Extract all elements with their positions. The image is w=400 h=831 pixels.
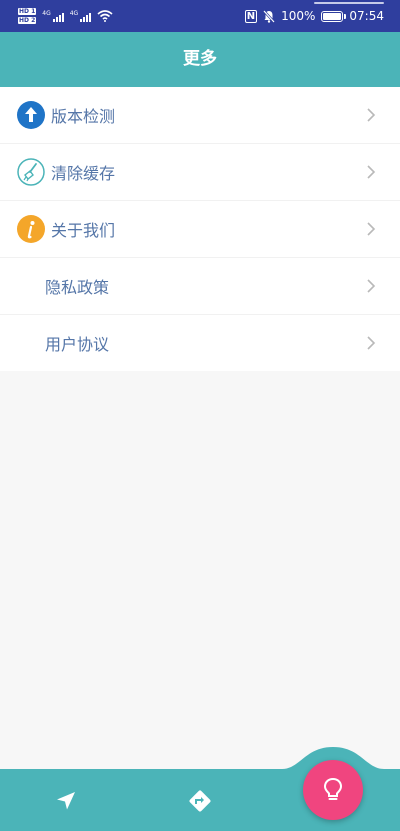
- clock: 07:54: [349, 9, 384, 23]
- wifi-icon: [97, 10, 113, 22]
- location-arrow-icon: [57, 792, 75, 810]
- hd1-badge: HD 1: [18, 8, 37, 15]
- page-title: 更多: [183, 49, 217, 69]
- chevron-right-icon: [367, 108, 376, 122]
- menu-item-version-check[interactable]: 版本检测: [0, 87, 400, 144]
- mute-icon: [263, 9, 276, 23]
- menu-item-label: 关于我们: [51, 221, 116, 240]
- menu-item-label: 清除缓存: [51, 164, 116, 183]
- menu-item-label: 版本检测: [51, 107, 116, 126]
- signal-2-icon: 4G: [69, 10, 92, 22]
- upload-arrow-icon: [17, 101, 45, 129]
- net2-label: 4G: [69, 10, 79, 17]
- nav-directions-button[interactable]: [186, 787, 214, 815]
- broom-icon: [17, 158, 45, 186]
- menu-item-label: 用户协议: [45, 335, 110, 354]
- menu-item-clear-cache[interactable]: 清除缓存: [0, 144, 400, 201]
- signal-1-icon: 4G: [42, 10, 64, 22]
- menu-item-user-agreement[interactable]: 用户协议: [0, 315, 400, 371]
- menu-item-privacy-policy[interactable]: 隐私政策: [0, 258, 400, 315]
- nav-location-button[interactable]: [52, 787, 80, 815]
- settings-list: 版本检测 清除缓存 关于我们 隐私政策 用户协议: [0, 87, 400, 371]
- status-progress-line: [314, 2, 384, 4]
- status-bar: HD 1 HD 2 4G 4G N 100% 07:54: [0, 0, 400, 32]
- net1-label: 4G: [42, 10, 51, 17]
- chevron-right-icon: [367, 165, 376, 179]
- status-right: N 100% 07:54: [244, 8, 384, 24]
- battery-percent: 100%: [281, 9, 316, 23]
- chevron-right-icon: [367, 279, 376, 293]
- fab-lightbulb-button[interactable]: [303, 760, 363, 820]
- hd2-badge: HD 2: [18, 17, 37, 24]
- directions-icon: [189, 790, 211, 812]
- chevron-right-icon: [367, 222, 376, 236]
- info-icon: [17, 215, 45, 243]
- status-left: HD 1 HD 2 4G 4G: [18, 5, 113, 27]
- menu-item-about-us[interactable]: 关于我们: [0, 201, 400, 258]
- nfc-icon: N: [244, 9, 258, 23]
- menu-item-label: 隐私政策: [45, 278, 110, 297]
- hd-badges: HD 1 HD 2: [18, 8, 37, 24]
- lightbulb-icon: [323, 777, 343, 800]
- app-header: 更多: [0, 32, 400, 87]
- chevron-right-icon: [367, 336, 376, 350]
- battery-icon: [321, 10, 347, 22]
